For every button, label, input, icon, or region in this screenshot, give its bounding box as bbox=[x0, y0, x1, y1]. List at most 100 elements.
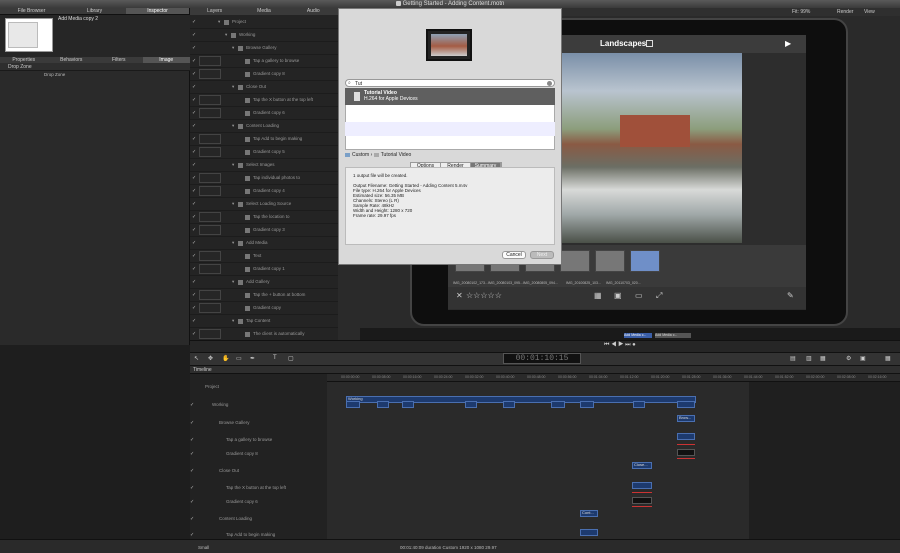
clip-gradient[interactable] bbox=[677, 449, 695, 456]
layer-row[interactable]: ✓ Tap the + button at bottom bbox=[190, 289, 355, 302]
clip-content[interactable]: Cont... bbox=[580, 510, 598, 517]
clip-segment[interactable] bbox=[580, 401, 594, 408]
timeline-visibility-checkbox[interactable]: ✓ bbox=[190, 437, 194, 443]
grid-icon[interactable]: ▦ bbox=[594, 291, 602, 300]
layer-row[interactable]: ✓ ▾ Add Gallery bbox=[190, 276, 355, 289]
timeline-visibility-checkbox[interactable]: ✓ bbox=[190, 468, 194, 474]
expand-icon[interactable]: ⤢ bbox=[656, 291, 662, 301]
library-icon[interactable]: ▥ bbox=[806, 355, 812, 362]
clip-segment[interactable] bbox=[580, 529, 598, 536]
dropzone-button[interactable]: Drop Zone bbox=[44, 72, 65, 77]
layer-row[interactable]: ✓ Gradient copy 5 bbox=[190, 146, 355, 159]
clip-segment[interactable] bbox=[551, 401, 565, 408]
frame-icon[interactable]: ▭ bbox=[635, 291, 643, 300]
view-menu[interactable]: View bbox=[864, 9, 875, 15]
timeline-layer-label[interactable]: Tap the X button at the top left bbox=[226, 485, 286, 490]
disclosure-triangle-icon[interactable]: ▾ bbox=[232, 123, 234, 129]
layer-row[interactable]: ✓ ▾ Select Images bbox=[190, 159, 355, 172]
clip-segment[interactable] bbox=[677, 401, 695, 408]
edit-icon[interactable]: ✎ bbox=[787, 291, 794, 300]
preset-search-field[interactable]: ⌕ Tut bbox=[345, 79, 555, 87]
strip-thumb[interactable] bbox=[630, 250, 660, 272]
clip-gradient[interactable] bbox=[632, 497, 652, 504]
visibility-checkbox[interactable]: ✓ bbox=[192, 214, 196, 220]
hud-icon[interactable]: ▣ bbox=[860, 355, 866, 362]
clip-segment[interactable] bbox=[402, 401, 414, 408]
layer-row[interactable]: ✓ Tap the location to bbox=[190, 211, 355, 224]
timeline-layer-label[interactable]: Gradient copy 6 bbox=[226, 499, 258, 504]
visibility-checkbox[interactable]: ✓ bbox=[192, 201, 196, 207]
layer-row[interactable]: ✓ Tap the X button at the top left bbox=[190, 94, 355, 107]
star-rating-icon[interactable]: ☆☆☆☆☆ bbox=[466, 291, 502, 300]
render-menu[interactable]: Render bbox=[837, 9, 853, 15]
timeline-layer-label[interactable]: Gradient copy 8 bbox=[226, 451, 258, 456]
layer-row[interactable]: ✓ Gradient copy 8 bbox=[190, 68, 355, 81]
layer-row[interactable]: ✓ ▾ Browse Gallery bbox=[190, 42, 355, 55]
mask-tool-icon[interactable]: ▢ bbox=[288, 355, 294, 362]
timeline-layer-label[interactable]: Browse Gallery bbox=[219, 420, 250, 425]
share-icon[interactable]: ▦ bbox=[820, 355, 826, 362]
mini-clip[interactable]: Add Media c... bbox=[624, 333, 652, 338]
visibility-checkbox[interactable]: ✓ bbox=[192, 266, 196, 272]
cancel-button[interactable]: Cancel bbox=[502, 251, 526, 259]
disclosure-triangle-icon[interactable]: ▾ bbox=[232, 201, 234, 207]
strip-thumb[interactable] bbox=[560, 250, 590, 272]
visibility-checkbox[interactable]: ✓ bbox=[192, 227, 196, 233]
tab-audio[interactable]: Audio bbox=[289, 8, 338, 15]
layer-row[interactable]: ✓ ▾ Project bbox=[190, 16, 355, 29]
timeline-visibility-checkbox[interactable]: ✓ bbox=[190, 420, 194, 426]
timeline-visibility-checkbox[interactable]: ✓ bbox=[190, 516, 194, 522]
single-view-icon[interactable]: ▣ bbox=[614, 291, 622, 300]
timeline-layer-label[interactable]: Content Loading bbox=[219, 516, 252, 521]
layer-row[interactable]: ✓ Gradient copy 1 bbox=[190, 263, 355, 276]
timeline-layer-label[interactable]: Working bbox=[212, 402, 228, 407]
strip-thumb[interactable] bbox=[595, 250, 625, 272]
visibility-checkbox[interactable]: ✓ bbox=[192, 19, 196, 25]
clip-close[interactable]: Close... bbox=[632, 462, 652, 469]
clip-segment[interactable] bbox=[633, 401, 645, 408]
tab-file-browser[interactable]: File Browser bbox=[0, 8, 63, 14]
pan-tool-icon[interactable]: ✋ bbox=[222, 355, 229, 362]
clip-segment[interactable] bbox=[346, 401, 360, 408]
layer-row[interactable]: ✓ Gradient copy 4 bbox=[190, 185, 355, 198]
layer-row[interactable]: ✓ Tap Add to begin making bbox=[190, 133, 355, 146]
visibility-checkbox[interactable]: ✓ bbox=[192, 32, 196, 38]
disclosure-triangle-icon[interactable]: ▾ bbox=[232, 45, 234, 51]
clear-search-icon[interactable] bbox=[547, 81, 552, 86]
visibility-checkbox[interactable]: ✓ bbox=[192, 318, 196, 324]
timeline-visibility-checkbox[interactable]: ✓ bbox=[190, 451, 194, 457]
tab-media[interactable]: Media bbox=[239, 8, 288, 15]
visibility-checkbox[interactable]: ✓ bbox=[192, 71, 196, 77]
timeline-layer-label[interactable]: Tap a gallery to browse bbox=[226, 437, 272, 442]
visibility-checkbox[interactable]: ✓ bbox=[192, 149, 196, 155]
layer-row[interactable]: ✓ ▾ Content Loading bbox=[190, 120, 355, 133]
layer-row[interactable]: ✓ Tap a gallery to browse bbox=[190, 55, 355, 68]
visibility-checkbox[interactable]: ✓ bbox=[192, 97, 196, 103]
size-label[interactable]: Small bbox=[198, 545, 209, 550]
layer-row[interactable]: ✓ Gradient copy 3 bbox=[190, 224, 355, 237]
close-icon[interactable]: ✕ bbox=[456, 291, 463, 300]
layout-icon[interactable]: ▦ bbox=[885, 355, 891, 362]
timeline-ruler[interactable]: 00:00:00:00 00:00:08:00 00:00:16:00 00:00:2… bbox=[327, 374, 900, 382]
visibility-checkbox[interactable]: ✓ bbox=[192, 331, 196, 337]
disclosure-triangle-icon[interactable]: ▾ bbox=[232, 279, 234, 285]
disclosure-triangle-icon[interactable]: ▾ bbox=[232, 162, 234, 168]
layer-row[interactable]: ✓ Gradient copy bbox=[190, 302, 355, 315]
visibility-checkbox[interactable]: ✓ bbox=[192, 162, 196, 168]
preset-item-selected[interactable]: Tutorial Video H.264 for Apple Devices bbox=[345, 88, 555, 105]
visibility-checkbox[interactable]: ✓ bbox=[192, 45, 196, 51]
timeline-visibility-checkbox[interactable]: ✓ bbox=[190, 499, 194, 505]
timeline-visibility-checkbox[interactable]: ✓ bbox=[190, 532, 194, 538]
timeline-visibility-checkbox[interactable]: ✓ bbox=[190, 485, 194, 491]
layer-row[interactable]: ✓ ▾ Select Loading Source bbox=[190, 198, 355, 211]
visibility-checkbox[interactable]: ✓ bbox=[192, 58, 196, 64]
timeline-layer-label[interactable]: Project bbox=[205, 384, 219, 389]
layer-row[interactable]: ✓ ▾ Working bbox=[190, 29, 355, 42]
visibility-checkbox[interactable]: ✓ bbox=[192, 292, 196, 298]
clip-browse[interactable]: Brow... bbox=[677, 415, 695, 422]
timecode-display[interactable]: 00:01:10:15 bbox=[503, 353, 581, 364]
layer-row[interactable]: ✓ Text bbox=[190, 250, 355, 263]
clip-segment[interactable] bbox=[503, 401, 515, 408]
settings-icon[interactable]: ⚙ bbox=[846, 355, 851, 362]
timeline-visibility-checkbox[interactable]: ✓ bbox=[190, 402, 194, 408]
